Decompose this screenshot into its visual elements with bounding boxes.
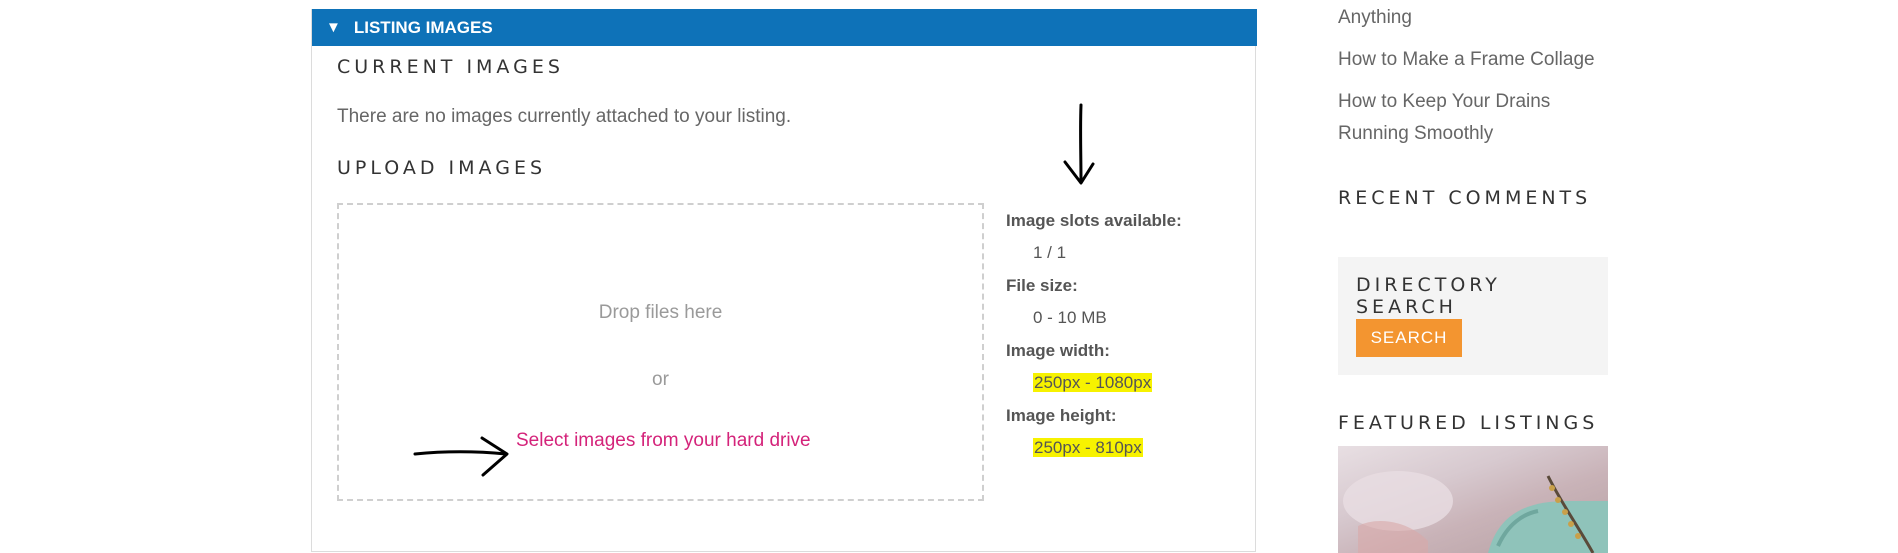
select-images-link[interactable]: Select images from your hard drive bbox=[516, 430, 811, 452]
listing-images-header[interactable]: ▼ LISTING IMAGES bbox=[312, 9, 1257, 46]
featured-listing-image[interactable] bbox=[1338, 446, 1608, 553]
panel-title: LISTING IMAGES bbox=[353, 17, 493, 37]
sidebar-link-drains[interactable]: How to Keep Your Drains bbox=[1338, 86, 1550, 118]
image-height-label: Image height: bbox=[1006, 406, 1117, 425]
search-button[interactable]: SEARCH bbox=[1356, 319, 1462, 357]
down-arrow-icon bbox=[1063, 103, 1095, 185]
slots-value: 1 / 1 bbox=[1033, 243, 1067, 262]
sidebar-link-frame-collage[interactable]: How to Make a Frame Collage bbox=[1338, 44, 1595, 76]
directory-search-heading: DIRECTORY SEARCH bbox=[1356, 274, 1501, 318]
sidebar-link-anything[interactable]: Anything bbox=[1338, 2, 1412, 34]
drop-files-text: Drop files here bbox=[598, 302, 723, 323]
image-width-value: 250px - 1080px bbox=[1033, 373, 1153, 393]
upload-images-heading: UPLOAD IMAGES bbox=[337, 157, 547, 179]
slots-label: Image slots available: bbox=[1006, 211, 1182, 230]
image-height-value: 250px - 810px bbox=[1033, 438, 1143, 458]
file-size-value: 0 - 10 MB bbox=[1033, 308, 1107, 327]
current-images-heading: CURRENT IMAGES bbox=[337, 56, 564, 78]
no-images-message: There are no images currently attached t… bbox=[337, 106, 792, 127]
directory-search-widget: DIRECTORY SEARCH SEARCH bbox=[1338, 257, 1608, 375]
triangle-down-icon: ▼ bbox=[326, 19, 341, 36]
sidebar-link-drains-cont[interactable]: Running Smoothly bbox=[1338, 118, 1493, 150]
image-height-highlight: 250px - 810px bbox=[1033, 438, 1143, 457]
or-text: or bbox=[652, 369, 669, 390]
file-size-label: File size: bbox=[1006, 276, 1078, 295]
right-arrow-icon bbox=[413, 436, 509, 477]
image-width-label: Image width: bbox=[1006, 341, 1110, 360]
recent-comments-heading: RECENT COMMENTS bbox=[1338, 187, 1592, 209]
handbag-image bbox=[1343, 471, 1608, 553]
image-width-highlight: 250px - 1080px bbox=[1033, 373, 1153, 392]
featured-listings-heading: FEATURED LISTINGS bbox=[1338, 412, 1599, 434]
